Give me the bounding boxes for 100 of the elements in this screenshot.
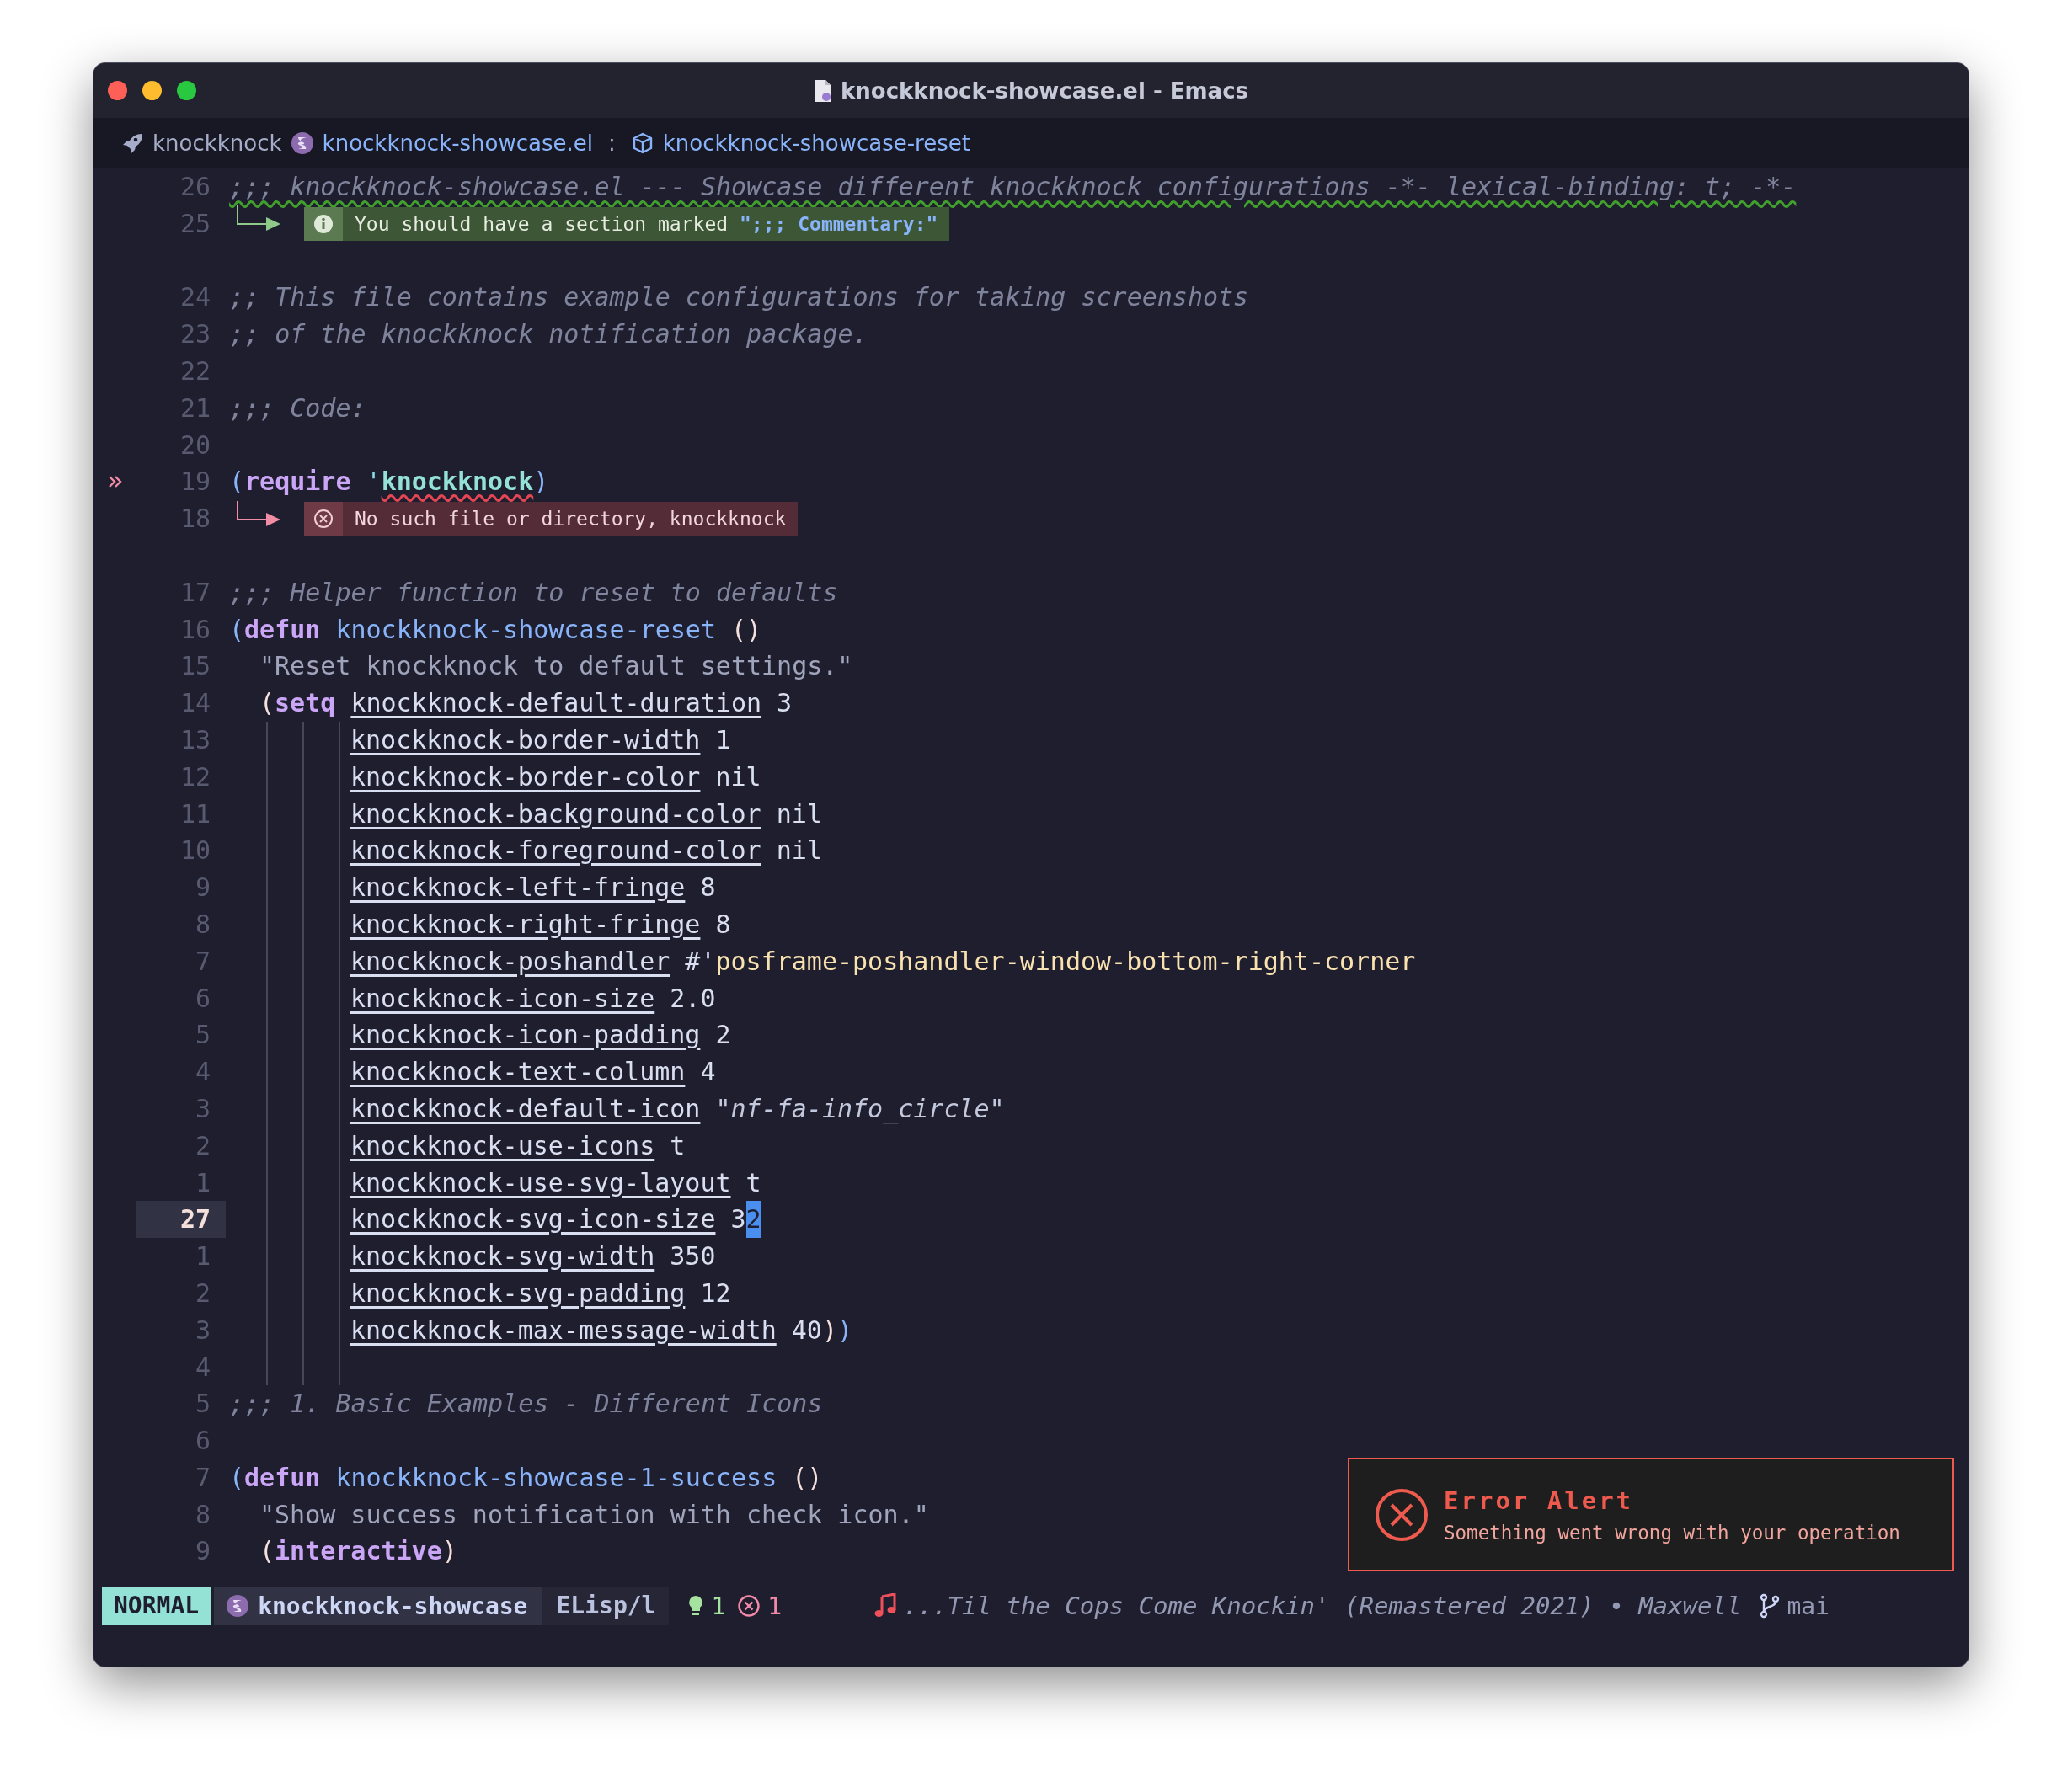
info-icon: [313, 212, 334, 235]
variable-name: knockknock-foreground-color: [350, 835, 761, 867]
line-number: 10: [179, 835, 211, 867]
emacs-icon: [226, 1594, 250, 1618]
line-number: 9: [194, 1535, 211, 1568]
line-number: 23: [179, 318, 211, 351]
line-number: 2: [194, 1277, 211, 1309]
code-value: 12: [699, 1277, 731, 1309]
alert-title: Error Alert: [1444, 1485, 1635, 1515]
code-value: 3: [729, 1203, 746, 1236]
code-value: 8: [714, 908, 731, 941]
line-number: 27: [136, 1201, 226, 1239]
line-number: 7: [194, 1461, 211, 1494]
line-number: 4: [194, 1056, 211, 1089]
variable-name: knockknock-default-duration: [350, 687, 762, 720]
error-count: 1: [767, 1592, 783, 1620]
line-number: 8: [194, 1498, 211, 1531]
line-number: 8: [194, 908, 211, 941]
variable-name: knockknock-left-fringe: [350, 872, 686, 904]
parenthesis: (): [730, 613, 762, 646]
line-number: 2: [194, 1129, 211, 1162]
parenthesis: ): [821, 1314, 837, 1347]
line-number: 4: [194, 1351, 211, 1384]
zoom-button[interactable]: [177, 81, 196, 100]
line-number: 14: [179, 687, 211, 720]
error-icon: [1375, 1487, 1429, 1542]
code-value: 3: [776, 687, 793, 720]
quoted-symbol: knockknock: [381, 466, 534, 499]
function-reference: posframe-poshandler-window-bottom-right-corner: [715, 945, 1416, 978]
variable-name: knockknock-default-icon: [350, 1092, 701, 1125]
variable-name: knockknock-poshandler: [350, 945, 670, 978]
line-number: 3: [194, 1314, 211, 1347]
file-name[interactable]: knockknock-showcase.el: [322, 131, 593, 156]
line-number: 18: [179, 503, 211, 536]
variable-name: knockknock-background-color: [350, 797, 761, 830]
line-number: 12: [179, 760, 211, 793]
function-name[interactable]: knockknock-showcase-reset: [662, 131, 970, 156]
parenthesis: (: [229, 613, 245, 646]
code-comment: ;; This file contains example configurations for taking screenshots: [229, 281, 1249, 314]
project-name[interactable]: knockknock: [152, 131, 282, 156]
line-number: 7: [194, 945, 211, 978]
code-value: 1: [714, 723, 731, 756]
code-keyword: interactive: [275, 1535, 442, 1568]
line-number: 15: [179, 650, 211, 683]
major-mode[interactable]: ELisp/l: [542, 1587, 670, 1625]
line-number: 1: [194, 1240, 211, 1273]
line-number: 11: [179, 797, 211, 830]
code-value: 350: [669, 1240, 716, 1273]
code-comment: ;;; Helper function to reset to defaults: [229, 576, 838, 609]
line-number: 25: [179, 207, 211, 240]
code-keyword: require: [244, 466, 351, 499]
docstring: "Show success notification with check icon.": [259, 1498, 929, 1531]
emacs-icon: [290, 131, 314, 155]
code-comment: ;;; Code:: [229, 392, 366, 424]
close-button[interactable]: [108, 81, 127, 100]
variable-name: knockknock-use-icons: [350, 1129, 655, 1162]
variable-name: knockknock-border-width: [350, 723, 701, 756]
alert-message: Something went wrong with your operation: [1444, 1521, 1900, 1544]
minimize-button[interactable]: [142, 81, 162, 100]
code-comment: ;;; 1. Basic Examples - Different Icons: [229, 1388, 823, 1421]
code-keyword: defun: [244, 613, 321, 646]
parenthesis: ): [441, 1535, 457, 1568]
code-value: 8: [699, 872, 716, 904]
error-icon: [313, 508, 334, 531]
code-value: #': [684, 945, 716, 978]
text-cursor: 2: [745, 1201, 761, 1239]
line-number: 5: [194, 1019, 211, 1052]
lightbulb-icon: [687, 1594, 705, 1618]
line-number: 1: [194, 1166, 211, 1199]
code-comment: ;;; knockknock-showcase.el --- Showcase different knockknock configurations -*- lexical-binding: t; -*-: [229, 171, 1797, 203]
parenthesis: (: [229, 1461, 245, 1494]
line-number: 21: [179, 392, 211, 424]
separator: :: [608, 131, 616, 156]
parenthesis: (: [259, 687, 275, 720]
parenthesis: (: [229, 466, 245, 499]
variable-name: knockknock-icon-size: [350, 982, 655, 1015]
code-value: nil: [775, 797, 822, 830]
code-keyword: setq: [275, 687, 337, 720]
code-keyword: defun: [244, 1461, 321, 1494]
line-number: 20: [179, 429, 211, 461]
variable-name: knockknock-icon-padding: [350, 1019, 701, 1052]
parenthesis: (: [259, 1535, 275, 1568]
parenthesis: ): [533, 466, 549, 499]
function-name: knockknock-showcase-1-success: [334, 1461, 777, 1494]
code-value: 4: [699, 1056, 716, 1089]
error-message: No such file or directory, knockknock: [343, 502, 799, 536]
code-value: 2.0: [669, 982, 716, 1015]
variable-name: knockknock-svg-width: [350, 1240, 655, 1273]
code-value: t: [745, 1166, 761, 1199]
variable-name: knockknock-max-message-width: [350, 1314, 777, 1347]
line-number: 26: [179, 171, 211, 203]
parenthesis: (): [791, 1461, 823, 1494]
error-icon: [737, 1594, 761, 1618]
git-branch-icon: [1760, 1593, 1781, 1619]
parenthesis: ): [837, 1314, 853, 1347]
quote-mark: ': [365, 466, 382, 499]
info-message: You should have a section marked ";;; Commentary:": [343, 206, 950, 241]
code-value: nil: [775, 835, 822, 867]
variable-name: knockknock-text-column: [350, 1056, 686, 1089]
function-name: knockknock-showcase-reset: [334, 613, 716, 646]
